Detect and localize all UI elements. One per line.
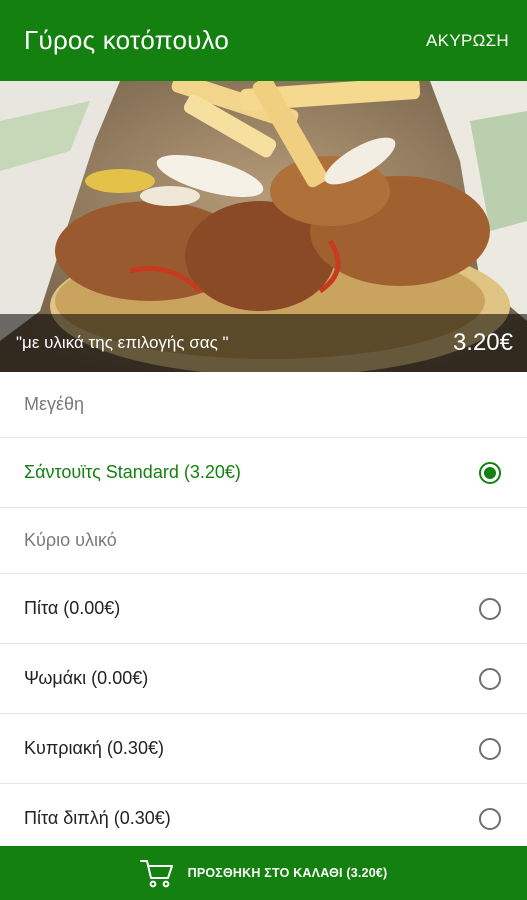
ingredient-option-double-pita[interactable]: Πίτα διπλή (0.30€) [0,784,527,854]
add-to-cart-label: ΠΡΟΣΘΗΚΗ ΣΤΟ ΚΑΛΑΘΙ (3.20€) [187,866,388,880]
option-label: Πίτα (0.00€) [24,598,121,618]
cart-icon [139,860,173,888]
radio-button[interactable] [479,667,501,690]
section-header-sizes: Μεγέθη [0,372,527,438]
radio-button[interactable] [479,597,501,620]
option-label: Κυπριακή (0.30€) [24,738,164,758]
section-header-main-ingredient: Κύριο υλικό [0,508,527,574]
radio-button[interactable] [479,807,501,830]
options-list: Μεγέθη Σάντουϊτς Standard (3.20€) Κύριο … [0,372,527,854]
radio-button[interactable] [479,737,501,760]
product-price: 3.20€ [452,329,513,356]
ingredient-option-pita[interactable]: Πίτα (0.00€) [0,574,527,644]
app-bar: Γύρος κοτόπουλο ΑΚΥΡΩΣΗ [0,0,527,81]
option-label: Ψωμάκι (0.00€) [24,668,149,688]
image-caption-bar: "με υλικά της επιλογής σας " 3.20€ [0,314,527,372]
page-title: Γύρος κοτόπουλο [24,25,229,55]
cancel-button[interactable]: ΑΚΥΡΩΣΗ [426,31,509,51]
ingredient-option-cypriot[interactable]: Κυπριακή (0.30€) [0,714,527,784]
product-image: "με υλικά της επιλογής σας " 3.20€ [0,81,527,372]
radio-button-checked[interactable] [479,461,501,484]
option-label: Πίτα διπλή (0.30€) [24,808,171,828]
size-option-standard[interactable]: Σάντουϊτς Standard (3.20€) [0,438,527,508]
add-to-cart-button[interactable]: ΠΡΟΣΘΗΚΗ ΣΤΟ ΚΑΛΑΘΙ (3.20€) [0,846,527,900]
product-description: "με υλικά της επιλογής σας " [16,333,229,352]
option-label: Σάντουϊτς Standard (3.20€) [24,462,241,482]
ingredient-option-bun[interactable]: Ψωμάκι (0.00€) [0,644,527,714]
